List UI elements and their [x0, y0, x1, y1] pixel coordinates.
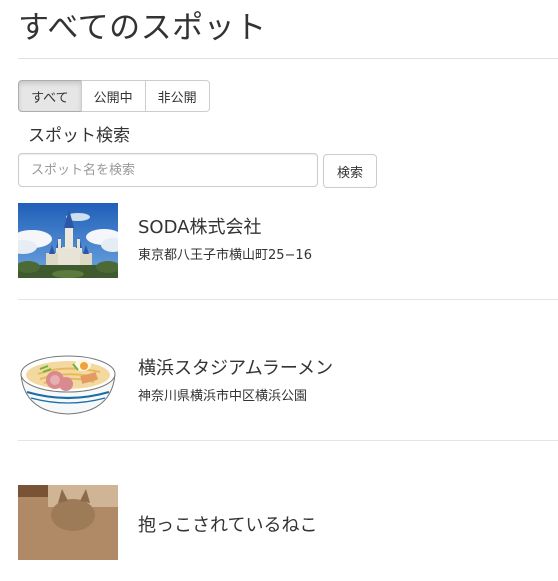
- spot-list: SODA株式会社 東京都八王子市横山町25−16 横浜スタジアムラーメン 神奈川…: [18, 203, 558, 581]
- spot-item[interactable]: 横浜スタジアムラーメン 神奈川県横浜市中区横浜公園: [18, 344, 558, 441]
- title-divider: [18, 58, 558, 59]
- search-heading: スポット検索: [28, 126, 130, 146]
- spot-name[interactable]: 抱っこされているねこ: [138, 511, 317, 537]
- filter-private-button[interactable]: 非公開: [144, 80, 210, 112]
- spot-address: 東京都八王子市横山町25−16: [138, 248, 312, 263]
- ramen-bowl-illustration: [18, 344, 118, 419]
- page-title: すべてのスポット: [18, 10, 267, 46]
- castle-photo: [18, 203, 118, 278]
- search-button[interactable]: 検索: [323, 154, 377, 188]
- filter-public-button[interactable]: 公開中: [80, 80, 146, 112]
- spot-item[interactable]: SODA株式会社 東京都八王子市横山町25−16: [18, 203, 558, 300]
- cat-photo: [18, 485, 118, 560]
- filter-all-button[interactable]: すべて: [18, 80, 82, 112]
- spot-search-input[interactable]: [18, 153, 318, 187]
- spot-name[interactable]: 横浜スタジアムラーメン: [138, 354, 333, 380]
- visibility-filter-group: すべて 公開中 非公開: [18, 80, 210, 112]
- spot-address: 神奈川県横浜市中区横浜公園: [138, 389, 308, 404]
- spot-name[interactable]: SODA株式会社: [138, 213, 261, 239]
- spot-item[interactable]: 抱っこされているねこ: [18, 485, 558, 581]
